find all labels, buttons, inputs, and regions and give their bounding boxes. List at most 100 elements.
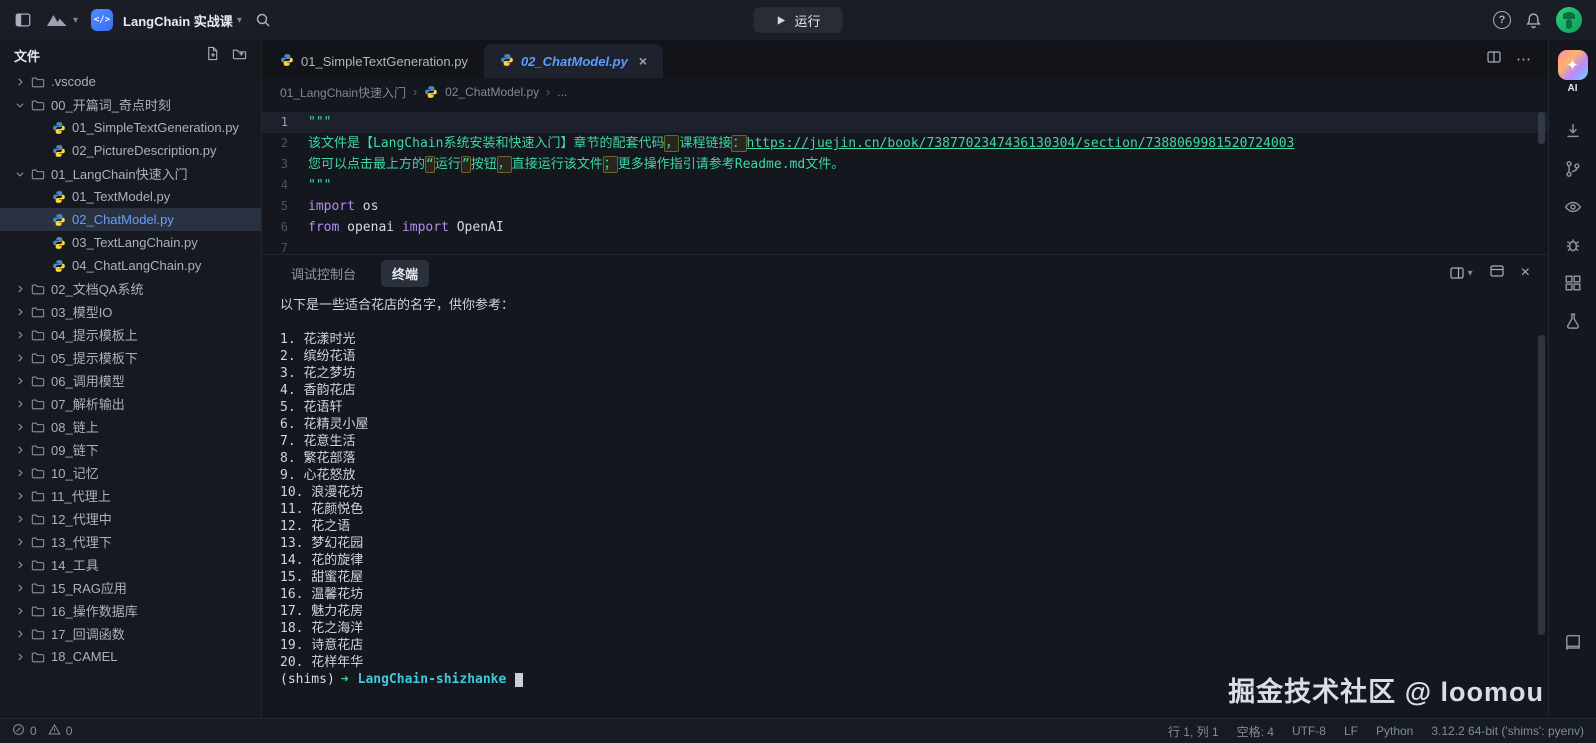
maximize-panel-icon[interactable] bbox=[1489, 263, 1505, 284]
help-icon[interactable]: ? bbox=[1493, 11, 1511, 29]
folder-icon bbox=[31, 466, 46, 480]
terminal-layout-icon[interactable]: ▾ bbox=[1449, 265, 1473, 281]
tree-folder[interactable]: 05_提示模板下 bbox=[0, 346, 261, 369]
tree-file[interactable]: 01_SimpleTextGeneration.py bbox=[0, 116, 261, 139]
tree-folder[interactable]: 04_提示模板上 bbox=[0, 323, 261, 346]
bug-icon[interactable] bbox=[1564, 226, 1582, 264]
explorer-header: 文件 bbox=[0, 40, 261, 70]
terminal[interactable]: 以下是一些适合花店的名字，供你参考： 1. 花漾时光2. 缤纷花语3. 花之梦坊… bbox=[262, 291, 1548, 718]
tree-folder[interactable]: 16_操作数据库 bbox=[0, 599, 261, 622]
tree-folder[interactable]: 07_解析输出 bbox=[0, 392, 261, 415]
code-token: import bbox=[402, 220, 449, 235]
download-icon[interactable] bbox=[1564, 112, 1582, 150]
cursor-position[interactable]: 行 1, 列 1 bbox=[1168, 723, 1219, 740]
ide-window: ▾ </> LangChain 实战课 ▾ 运行 ? bbox=[0, 0, 1596, 743]
tree-folder[interactable]: 02_文档QA系统 bbox=[0, 277, 261, 300]
project-switcher[interactable]: </> LangChain 实战课 ▾ bbox=[91, 9, 242, 31]
python-interpreter[interactable]: 3.12.2 64-bit ('shims': pyenv) bbox=[1431, 724, 1584, 738]
code-token: from bbox=[308, 220, 339, 235]
toggle-sidebar-icon[interactable] bbox=[14, 11, 32, 29]
tree-item-label: 04_提示模板上 bbox=[51, 325, 138, 344]
code-editor[interactable]: 1"""2该文件是【LangChain系统安装和快速入门】章节的配套代码，课程链… bbox=[262, 106, 1548, 254]
python-file-icon bbox=[52, 190, 67, 204]
code-text: from openai import OpenAI bbox=[308, 217, 504, 238]
chevron-icon bbox=[14, 169, 26, 179]
tree-file[interactable]: 02_ChatModel.py bbox=[0, 208, 261, 231]
tree-file[interactable]: 04_ChatLangChain.py bbox=[0, 254, 261, 277]
eol-setting[interactable]: LF bbox=[1344, 724, 1358, 738]
tree-folder[interactable]: 18_CAMEL bbox=[0, 645, 261, 668]
code-token: import bbox=[308, 199, 355, 214]
test-flask-icon[interactable] bbox=[1564, 302, 1582, 340]
tree-folder[interactable]: 10_记忆 bbox=[0, 461, 261, 484]
chevron-down-icon: ▾ bbox=[237, 15, 242, 26]
problems-indicator[interactable]: 0 0 bbox=[12, 723, 72, 739]
language-mode[interactable]: Python bbox=[1376, 724, 1413, 738]
editor-tab[interactable]: 01_SimpleTextGeneration.py bbox=[264, 44, 484, 78]
python-file-icon bbox=[52, 121, 67, 135]
tree-folder[interactable]: 17_回调函数 bbox=[0, 622, 261, 645]
tree-folder[interactable]: 06_调用模型 bbox=[0, 369, 261, 392]
tree-folder[interactable]: 14_工具 bbox=[0, 553, 261, 576]
terminal-line: 以下是一些适合花店的名字，供你参考： bbox=[280, 297, 1548, 314]
breadcrumb-item[interactable]: 01_LangChain快速入门 bbox=[280, 84, 406, 101]
code-token: os bbox=[355, 199, 378, 214]
close-panel-icon[interactable]: × bbox=[1521, 264, 1530, 282]
tree-folder[interactable]: 08_链上 bbox=[0, 415, 261, 438]
tree-file[interactable]: 03_TextLangChain.py bbox=[0, 231, 261, 254]
tree-folder[interactable]: .vscode bbox=[0, 70, 261, 93]
more-actions-icon[interactable]: ⋯ bbox=[1516, 50, 1532, 68]
code-line: 5import os bbox=[262, 196, 1548, 217]
docs-book-icon[interactable] bbox=[1564, 624, 1582, 662]
ai-label: AI bbox=[1568, 83, 1578, 94]
tree-folder[interactable]: 15_RAG应用 bbox=[0, 576, 261, 599]
tree-folder[interactable]: 12_代理中 bbox=[0, 507, 261, 530]
tree-item-label: 15_RAG应用 bbox=[51, 578, 127, 597]
panel-tab[interactable]: 终端 bbox=[381, 260, 429, 287]
tree-folder[interactable]: 00_开篇词_奇点时刻 bbox=[0, 93, 261, 116]
tree-item-label: 13_代理下 bbox=[51, 532, 112, 551]
tree-file[interactable]: 01_TextModel.py bbox=[0, 185, 261, 208]
breadcrumb-item[interactable]: ... bbox=[557, 85, 567, 99]
git-branch-icon[interactable] bbox=[1564, 150, 1582, 188]
editor-tab[interactable]: 02_ChatModel.py× bbox=[484, 44, 663, 78]
code-token: OpenAI bbox=[449, 220, 504, 235]
tree-folder[interactable]: 03_模型IO bbox=[0, 300, 261, 323]
search-icon[interactable] bbox=[255, 12, 271, 28]
extensions-icon[interactable] bbox=[1564, 264, 1582, 302]
tree-item-label: 07_解析输出 bbox=[51, 394, 125, 413]
terminal-line bbox=[280, 314, 1548, 331]
preview-eye-icon[interactable] bbox=[1564, 188, 1582, 226]
new-file-icon[interactable] bbox=[205, 46, 220, 64]
ai-assistant-button[interactable]: ✦ AI bbox=[1558, 50, 1588, 94]
code-token: ， bbox=[664, 135, 679, 152]
bell-icon[interactable] bbox=[1525, 12, 1542, 29]
tree-folder[interactable]: 09_链下 bbox=[0, 438, 261, 461]
panel-tab[interactable]: 调试控制台 bbox=[280, 260, 367, 287]
split-editor-icon[interactable] bbox=[1486, 49, 1502, 70]
tree-folder[interactable]: 01_LangChain快速入门 bbox=[0, 162, 261, 185]
error-icon bbox=[12, 723, 25, 739]
code-text: 您可以点击最上方的“运行”按钮，直接运行该文件；更多操作指引请参考Readme.… bbox=[308, 154, 844, 175]
close-tab-icon[interactable]: × bbox=[639, 53, 647, 69]
code-link[interactable]: https://juejin.cn/book/73877023474361303… bbox=[747, 136, 1295, 151]
chevron-down-icon: ▾ bbox=[1468, 268, 1473, 279]
new-folder-icon[interactable] bbox=[232, 46, 247, 64]
tree-folder[interactable]: 13_代理下 bbox=[0, 530, 261, 553]
tree-item-label: .vscode bbox=[51, 74, 96, 89]
main-area: 文件 .vscode 00_开篇词_奇点时刻01_SimpleTextGenera… bbox=[0, 40, 1596, 718]
tree-folder[interactable]: 11_代理上 bbox=[0, 484, 261, 507]
tree-file[interactable]: 02_PictureDescription.py bbox=[0, 139, 261, 162]
terminal-scrollbar[interactable] bbox=[1538, 335, 1545, 635]
indentation-setting[interactable]: 空格: 4 bbox=[1237, 723, 1274, 740]
terminal-line: 12. 花之语 bbox=[280, 518, 1548, 535]
user-avatar[interactable] bbox=[1556, 7, 1582, 33]
app-logo[interactable]: ▾ bbox=[45, 12, 78, 28]
run-button[interactable]: 运行 bbox=[753, 7, 842, 33]
tree-item-label: 03_TextLangChain.py bbox=[72, 235, 198, 250]
encoding-setting[interactable]: UTF-8 bbox=[1292, 724, 1326, 738]
folder-icon bbox=[31, 535, 46, 549]
play-icon bbox=[775, 15, 786, 26]
breadcrumb-item[interactable]: 02_ChatModel.py bbox=[445, 85, 539, 99]
editor-scrollbar[interactable] bbox=[1538, 112, 1545, 144]
